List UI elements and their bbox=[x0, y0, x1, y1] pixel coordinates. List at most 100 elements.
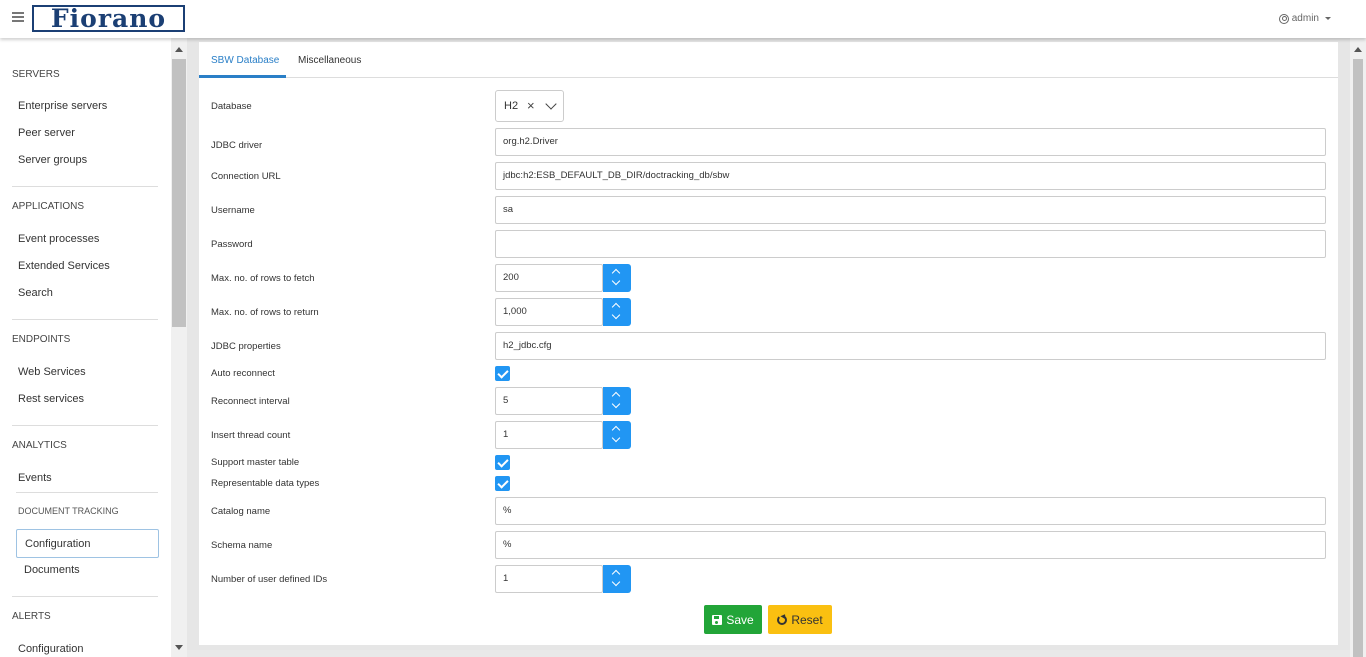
user-defined-ids-label: Number of user defined IDs bbox=[211, 574, 328, 585]
save-icon bbox=[712, 614, 723, 625]
divider bbox=[12, 596, 158, 597]
insert-thread-count-stepper[interactable]: 1 bbox=[495, 421, 631, 449]
scrollbar-thumb[interactable] bbox=[172, 59, 186, 327]
logo-text: Fiorano bbox=[50, 4, 167, 33]
connection-url-input[interactable]: jdbc:h2:ESB_DEFAULT_DB_DIR/doctracking_d… bbox=[495, 162, 1326, 190]
jdbc-properties-label: JDBC properties bbox=[211, 341, 281, 352]
user-defined-ids-input[interactable]: 1 bbox=[495, 565, 603, 593]
insert-thread-count-label: Insert thread count bbox=[211, 430, 291, 441]
scroll-up-icon[interactable] bbox=[175, 47, 183, 52]
catalog-name-label: Catalog name bbox=[211, 506, 271, 517]
sidebar-item-event-processes[interactable]: Event processes bbox=[18, 233, 99, 245]
username-label: Username bbox=[211, 205, 255, 216]
reset-label: Reset bbox=[791, 612, 823, 627]
schema-name-label: Schema name bbox=[211, 540, 273, 551]
sidebar-scrollbar[interactable] bbox=[171, 38, 187, 657]
catalog-name-input[interactable]: % bbox=[495, 497, 1326, 525]
subsection-document-tracking: DOCUMENT TRACKING bbox=[18, 506, 119, 516]
sidebar-item-extended-services[interactable]: Extended Services bbox=[18, 260, 110, 272]
stepper-buttons[interactable] bbox=[603, 421, 631, 449]
chevron-down-icon[interactable] bbox=[611, 433, 621, 443]
reset-button[interactable]: Reset bbox=[768, 605, 832, 634]
database-value: H2 bbox=[504, 100, 519, 112]
scroll-down-icon[interactable] bbox=[175, 645, 183, 650]
max-rows-fetch-label: Max. no. of rows to fetch bbox=[211, 273, 315, 284]
chevron-down-icon[interactable] bbox=[545, 98, 557, 110]
reset-icon bbox=[777, 614, 788, 625]
main-scrollbar[interactable] bbox=[1350, 38, 1366, 657]
sidebar-item-documents[interactable]: Documents bbox=[24, 564, 80, 576]
jdbc-properties-input[interactable]: h2_jdbc.cfg bbox=[495, 332, 1326, 360]
stepper-buttons[interactable] bbox=[603, 565, 631, 593]
scrollbar-thumb[interactable] bbox=[1353, 59, 1363, 657]
sidebar-item-peer-server[interactable]: Peer server bbox=[18, 127, 75, 139]
schema-name-input[interactable]: % bbox=[495, 531, 1326, 559]
section-analytics: ANALYTICS bbox=[12, 440, 67, 451]
section-servers: SERVERS bbox=[12, 69, 60, 80]
max-rows-return-label: Max. no. of rows to return bbox=[211, 307, 319, 318]
support-master-table-checkbox[interactable] bbox=[495, 455, 510, 470]
section-endpoints: ENDPOINTS bbox=[12, 334, 71, 345]
active-tab-indicator bbox=[199, 75, 286, 78]
stepper-buttons[interactable] bbox=[603, 264, 631, 292]
database-select[interactable]: H2 × bbox=[495, 90, 564, 122]
user-defined-ids-stepper[interactable]: 1 bbox=[495, 565, 631, 593]
representable-data-types-checkbox[interactable] bbox=[495, 476, 510, 491]
stepper-buttons[interactable] bbox=[603, 298, 631, 326]
divider bbox=[12, 319, 158, 320]
stepper-buttons[interactable] bbox=[603, 387, 631, 415]
divider bbox=[12, 186, 158, 187]
password-label: Password bbox=[211, 239, 253, 250]
representable-data-types-label: Representable data types bbox=[211, 478, 320, 489]
chevron-down-icon[interactable] bbox=[611, 577, 621, 587]
reconnect-interval-input[interactable]: 5 bbox=[495, 387, 603, 415]
divider bbox=[16, 492, 158, 493]
sidebar-item-enterprise-servers[interactable]: Enterprise servers bbox=[18, 100, 107, 112]
jdbc-driver-label: JDBC driver bbox=[211, 140, 263, 151]
password-input[interactable] bbox=[495, 230, 1326, 258]
sidebar-item-server-groups[interactable]: Server groups bbox=[18, 154, 87, 166]
max-rows-return-stepper[interactable]: 1,000 bbox=[495, 298, 631, 326]
sidebar-item-web-services[interactable]: Web Services bbox=[18, 366, 86, 378]
reconnect-interval-label: Reconnect interval bbox=[211, 396, 290, 407]
tab-miscellaneous[interactable]: Miscellaneous bbox=[298, 55, 361, 66]
configuration-panel: SBW Database Miscellaneous Database H2 ×… bbox=[199, 42, 1338, 645]
sidebar: SERVERS Enterprise servers Peer server S… bbox=[0, 38, 171, 657]
sidebar-item-rest-services[interactable]: Rest services bbox=[18, 393, 84, 405]
reconnect-interval-stepper[interactable]: 5 bbox=[495, 387, 631, 415]
jdbc-driver-input[interactable]: org.h2.Driver bbox=[495, 128, 1326, 156]
user-menu[interactable]: admin bbox=[1278, 13, 1331, 24]
top-bar: Fiorano admin bbox=[0, 0, 1366, 38]
connection-url-label: Connection URL bbox=[211, 171, 281, 182]
save-label: Save bbox=[726, 612, 754, 627]
tab-sbw-database[interactable]: SBW Database bbox=[211, 55, 279, 66]
chevron-down-icon[interactable] bbox=[611, 276, 621, 286]
max-rows-return-input[interactable]: 1,000 bbox=[495, 298, 603, 326]
max-rows-fetch-stepper[interactable]: 200 bbox=[495, 264, 631, 292]
max-rows-fetch-input[interactable]: 200 bbox=[495, 264, 603, 292]
scroll-up-icon[interactable] bbox=[1354, 47, 1362, 52]
sidebar-item-configuration[interactable]: Configuration bbox=[16, 529, 159, 558]
auto-reconnect-checkbox[interactable] bbox=[495, 366, 510, 381]
sidebar-item-label: Configuration bbox=[25, 538, 91, 550]
user-icon bbox=[1278, 13, 1289, 24]
section-alerts: ALERTS bbox=[12, 611, 51, 622]
clear-icon[interactable]: × bbox=[527, 98, 535, 113]
auto-reconnect-label: Auto reconnect bbox=[211, 368, 275, 379]
username-input[interactable]: sa bbox=[495, 196, 1326, 224]
sidebar-item-search[interactable]: Search bbox=[18, 287, 53, 299]
section-applications: APPLICATIONS bbox=[12, 201, 85, 212]
database-label: Database bbox=[211, 101, 252, 112]
caret-down-icon bbox=[1325, 17, 1331, 20]
save-button[interactable]: Save bbox=[704, 605, 762, 634]
sidebar-item-alerts-configuration[interactable]: Configuration bbox=[18, 643, 83, 655]
divider bbox=[12, 425, 158, 426]
sidebar-item-events[interactable]: Events bbox=[18, 472, 52, 484]
support-master-table-label: Support master table bbox=[211, 457, 300, 468]
hamburger-menu-icon[interactable] bbox=[12, 12, 24, 22]
fiorano-logo: Fiorano bbox=[32, 5, 185, 32]
tab-bar: SBW Database Miscellaneous bbox=[199, 42, 1338, 78]
chevron-down-icon[interactable] bbox=[611, 310, 621, 320]
insert-thread-count-input[interactable]: 1 bbox=[495, 421, 603, 449]
chevron-down-icon[interactable] bbox=[611, 399, 621, 409]
